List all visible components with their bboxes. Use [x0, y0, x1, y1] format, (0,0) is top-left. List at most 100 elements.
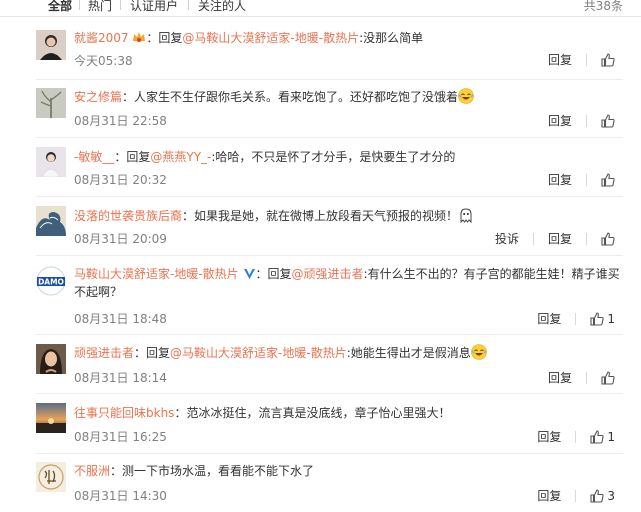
comment-content: 往事只能回味bkhs：范冰冰挺住，流言真是没底线，章子怡心里强大！	[74, 406, 451, 420]
mention-link[interactable]: @燕燕YY_-	[150, 150, 211, 164]
report-button[interactable]: 投诉	[495, 230, 519, 247]
comment-date: 08月31日 18:14	[74, 371, 167, 385]
avatar[interactable]	[36, 88, 66, 118]
avatar[interactable]	[36, 206, 66, 236]
avatar[interactable]: DAMO	[36, 266, 66, 296]
comment-username[interactable]: 往事只能回味bkhs	[74, 406, 174, 420]
reply-button[interactable]: 回复	[548, 51, 572, 68]
reply-button[interactable]: 回复	[537, 310, 561, 327]
reply-prefix: 回复	[146, 346, 171, 360]
laughing-emoji-icon	[458, 88, 474, 104]
divider	[36, 393, 623, 394]
reply-button[interactable]: 回复	[537, 487, 561, 504]
avatar[interactable]	[36, 403, 66, 433]
comment-date: 08月31日 22:58	[74, 114, 167, 128]
comment-actions: 回复	[534, 51, 615, 68]
avatar[interactable]	[36, 344, 66, 374]
comment-date: 08月31日 16:25	[74, 430, 167, 444]
comment-username[interactable]: 安之修篇	[74, 90, 122, 104]
laughing-emoji-icon	[470, 344, 487, 360]
action-separator	[586, 371, 587, 384]
thumbs-up-icon	[590, 311, 604, 326]
reply-prefix: 回复	[126, 150, 151, 164]
action-separator	[575, 312, 577, 325]
like-count: 1	[607, 311, 615, 326]
mention-link[interactable]: @马鞍山大漠舒适家-地暖-散热片	[182, 31, 359, 45]
tab-following[interactable]: 关注的人	[198, 0, 246, 14]
comment-username[interactable]: -敏敏__	[74, 150, 114, 164]
thumbs-up-icon	[601, 52, 615, 67]
tab-verified-users[interactable]: 认证用户	[130, 0, 178, 14]
like-count: 1	[607, 429, 615, 444]
like-button[interactable]	[601, 370, 615, 385]
comment-text: 测一下市场水温，看看能不能下水了	[122, 464, 315, 478]
tab-all[interactable]: 全部	[48, 0, 72, 14]
comment-actions: 回复	[534, 112, 615, 129]
mention-link[interactable]: @顽强进击者	[292, 267, 364, 281]
divider	[36, 334, 623, 335]
comment-actions: 回复	[534, 171, 615, 188]
comment-content: 就酱2007 ：回复@马鞍山大漠舒适家-地暖-散热片:没那么简单	[74, 31, 424, 45]
comment-date: 08月31日 20:32	[74, 173, 167, 187]
crown-badge-icon	[132, 31, 146, 45]
thumbs-up-icon	[590, 488, 604, 503]
reply-prefix: 回复	[267, 267, 292, 281]
svg-text:DAMO: DAMO	[38, 278, 64, 287]
thumbs-up-icon	[601, 172, 615, 187]
comment-date: 08月31日 20:09	[74, 232, 167, 246]
tab-separator	[79, 0, 80, 10]
comment-text: 如果我是她，就在微博上放段看天气预报的视频！	[194, 209, 459, 223]
comment-date: 08月31日 14:30	[74, 489, 167, 503]
comment-content: 顽强进击者：回复@马鞍山大漠舒适家-地暖-散热片:她能生得出才是假消息	[74, 344, 623, 362]
comment-username[interactable]: 没落的世袭贵族后裔	[74, 209, 182, 223]
comment-username[interactable]: 不服洲	[74, 464, 110, 478]
divider	[36, 453, 623, 454]
action-separator	[586, 53, 587, 66]
comment-content: 没落的世袭贵族后裔：如果我是她，就在微博上放段看天气预报的视频！	[74, 207, 623, 225]
ghost-emoji-icon	[458, 208, 474, 223]
action-separator	[586, 232, 587, 245]
verified-v-icon	[243, 267, 256, 281]
divider	[36, 79, 623, 80]
action-separator	[586, 114, 587, 127]
like-button[interactable]	[601, 113, 615, 128]
avatar[interactable]	[36, 462, 66, 492]
thumbs-up-icon	[590, 429, 604, 444]
avatar[interactable]	[36, 147, 66, 177]
comment-content: -敏敏__：回复@燕燕YY_-:哈哈，不只是怀了才分手，是快要生了才分的	[74, 150, 456, 164]
action-separator	[586, 173, 587, 186]
comment-actions: 回复 3	[523, 487, 615, 504]
like-button[interactable]	[601, 52, 615, 67]
comment-username[interactable]: 顽强进击者	[74, 346, 134, 360]
action-separator	[575, 489, 577, 502]
reply-prefix: 回复	[158, 31, 183, 45]
comment-date: 今天05:38	[74, 54, 133, 68]
like-button[interactable]: 3	[590, 489, 615, 503]
like-button[interactable]	[601, 172, 615, 187]
like-button[interactable]: 1	[590, 312, 615, 326]
comment-date: 08月31日 18:48	[74, 312, 167, 326]
tab-hot[interactable]: 热门	[88, 0, 112, 14]
divider	[36, 196, 623, 197]
comment-username[interactable]: 马鞍山大漠舒适家-地暖-散热片	[74, 267, 239, 281]
comment-content: 安之修篇：人家生不生仔跟你毛关系。看来吃饱了。还好都吃饱了没饿着	[74, 88, 623, 106]
comment-text: 人家生不生仔跟你毛关系。看来吃饱了。还好都吃饱了没饿着	[134, 90, 459, 104]
reply-button[interactable]: 回复	[548, 171, 572, 188]
comment-actions: 投诉 回复	[481, 230, 615, 247]
reply-button[interactable]: 回复	[548, 112, 572, 129]
comment-text: 范冰冰挺住，流言真是没底线，章子怡心里强大！	[186, 406, 451, 420]
like-button[interactable]: 1	[590, 430, 615, 444]
comment-actions: 回复 1	[523, 428, 615, 445]
mention-link[interactable]: @马鞍山大漠舒适家-地暖-散热片	[170, 346, 347, 360]
thumbs-up-icon	[601, 231, 615, 246]
like-button[interactable]	[601, 231, 615, 246]
comment-username[interactable]: 就酱2007	[74, 31, 129, 45]
divider	[36, 137, 623, 138]
avatar[interactable]	[36, 30, 66, 60]
reply-button[interactable]: 回复	[548, 369, 572, 386]
reply-button[interactable]: 回复	[537, 428, 561, 445]
reply-button[interactable]: 回复	[548, 230, 572, 247]
comment-content: 不服洲：测一下市场水温，看看能不能下水了	[74, 464, 315, 478]
thumbs-up-icon	[601, 113, 615, 128]
action-separator	[532, 232, 534, 245]
